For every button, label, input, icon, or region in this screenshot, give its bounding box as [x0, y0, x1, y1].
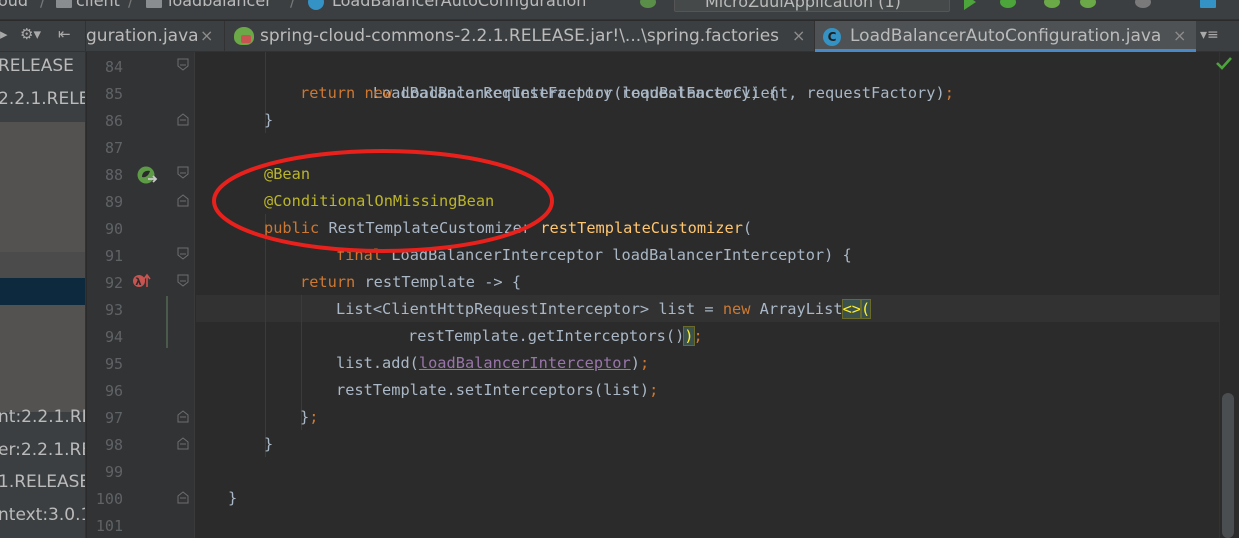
fold-start-icon[interactable] [176, 436, 190, 450]
tab-list-icon[interactable]: ▾≡ [1200, 27, 1219, 43]
code-line-85: return new LoadBalancerInterceptor(loadB… [300, 84, 954, 102]
code-line-96: restTemplate.setInterceptors(list); [336, 381, 659, 399]
line-number: 88 [104, 166, 123, 184]
no-problems-check-icon[interactable] [1214, 54, 1234, 72]
settings-gear-icon[interactable]: ⚙▾ [20, 25, 41, 43]
run-configuration-label: MicroZuulApplication (1) [705, 0, 901, 11]
fold-start-icon[interactable] [176, 409, 190, 423]
collapse-icon[interactable]: ▸ [0, 25, 8, 43]
project-tree-item[interactable]: nt:2.2.1.REL [0, 405, 85, 431]
navigation-bar: oud / client / loadbalancer / LoadBalanc… [0, 0, 1239, 20]
fold-end-icon[interactable] [176, 166, 190, 180]
vertical-scrollbar-thumb[interactable] [1222, 393, 1234, 538]
fold-start-icon[interactable] [176, 112, 190, 126]
line-number: 85 [104, 85, 123, 103]
breadcrumb-class[interactable]: LoadBalancerAutoConfiguration [332, 0, 586, 10]
project-tree-item[interactable]: 1.RELEASE [0, 470, 85, 496]
spring-factories-icon [234, 27, 254, 45]
debug-icon[interactable] [1000, 0, 1016, 8]
tab-label: LoadBalancerAutoConfiguration.java [850, 26, 1162, 46]
code-line-84: LoadBalancerRequestFactory requestFactor… [372, 84, 779, 102]
vcs-change-marker[interactable] [166, 296, 168, 348]
breadcrumb-module[interactable]: oud [0, 0, 28, 10]
line-number: 94 [104, 328, 123, 346]
folder-icon [56, 0, 72, 8]
line-number: 86 [104, 112, 123, 130]
fold-end-icon[interactable] [176, 247, 190, 261]
java-class-icon: C [823, 28, 841, 46]
line-number: 96 [104, 382, 123, 400]
code-line-91: final LoadBalancerInterceptor loadBalanc… [336, 246, 852, 264]
tab-configuration-java[interactable]: guration.java × [86, 21, 222, 52]
tab-label: guration.java [86, 26, 199, 46]
fold-start-icon[interactable] [176, 193, 190, 207]
code-editor[interactable]: LoadBalancerRequestFactory requestFactor… [196, 52, 1219, 538]
project-structure-icon[interactable] [1200, 0, 1216, 8]
project-toolbar: ▸ ⚙▾ ⇤ [0, 21, 86, 52]
line-number: 95 [104, 355, 123, 373]
tab-spring-factories[interactable]: spring-cloud-commons-2.2.1.RELEASE.jar!\… [224, 21, 812, 52]
project-tree-selected-row[interactable] [0, 278, 85, 305]
project-tool-window: RELEASE 2.2.1.RELEA nt:2.2.1.REL er:2.2.… [0, 52, 86, 538]
line-number: 99 [104, 463, 123, 481]
breadcrumb-separator: / [290, 0, 296, 10]
project-tree-item[interactable]: 2.2.1.RELEA [0, 87, 85, 113]
breadcrumb-separator: / [40, 0, 46, 10]
svg-text:λ: λ [135, 277, 142, 288]
line-number: 84 [104, 58, 123, 76]
code-line-89: @ConditionalOnMissingBean [264, 192, 495, 210]
line-number: 101 [95, 517, 123, 535]
hide-panel-icon[interactable]: ⇤ [58, 25, 71, 43]
line-number: 87 [104, 139, 123, 157]
class-icon [308, 0, 324, 10]
code-line-86: } [264, 111, 274, 129]
code-line-95: list.add(loadBalancerInterceptor); [336, 354, 650, 372]
spring-bean-icon[interactable] [136, 165, 158, 187]
lambda-override-icon[interactable]: λ [132, 271, 152, 291]
breadcrumb-loadbalancer[interactable]: loadbalancer [168, 0, 272, 10]
project-tree-item[interactable]: ntext:3.0.1 [0, 503, 85, 529]
fold-end-icon[interactable] [176, 58, 190, 72]
folder-icon [146, 0, 162, 8]
run-configuration-selector[interactable]: MicroZuulApplication (1) [674, 0, 950, 12]
line-number: 98 [104, 436, 123, 454]
line-number: 91 [104, 247, 123, 265]
project-tree-item[interactable]: RELEASE [0, 54, 85, 80]
close-icon[interactable]: × [1173, 26, 1186, 45]
code-line-94: restTemplate.getInterceptors()); [408, 326, 703, 346]
line-number: 93 [104, 301, 123, 319]
close-icon[interactable]: × [200, 26, 213, 45]
editor-gutter[interactable]: 84 85 86 87 88 89 90 91 92 93 94 95 96 9… [87, 52, 195, 538]
close-icon[interactable]: × [792, 26, 805, 45]
line-number: 90 [104, 220, 123, 238]
tab-label: spring-cloud-commons-2.2.1.RELEASE.jar!\… [260, 26, 780, 46]
line-number: 92 [104, 274, 123, 292]
code-line-93: List<ClientHttpRequestInterceptor> list … [336, 299, 872, 319]
jrebel-run-icon[interactable] [1044, 0, 1060, 8]
line-number: 89 [104, 193, 123, 211]
tab-loadbalancer-autoconfiguration[interactable]: C LoadBalancerAutoConfiguration.java × [814, 21, 1196, 52]
code-line-98: } [264, 435, 274, 453]
run-icon[interactable] [964, 0, 976, 10]
build-icon[interactable] [640, 0, 656, 8]
code-line-88: @Bean [264, 165, 311, 183]
breadcrumb-client[interactable]: client [76, 0, 120, 10]
fold-end-icon[interactable] [176, 274, 190, 288]
line-number: 97 [104, 409, 123, 427]
fold-start-icon[interactable] [176, 490, 190, 504]
stop-icon[interactable] [1135, 0, 1151, 8]
code-line-97: }; [300, 408, 319, 426]
line-number: 100 [95, 490, 123, 508]
project-tree-hover-row [0, 252, 85, 278]
code-line-100: } [228, 489, 238, 507]
code-line-92: return restTemplate -> { [300, 273, 522, 291]
editor-tab-bar: ▸ ⚙▾ ⇤ guration.java × spring-cloud-comm… [0, 21, 1239, 52]
breadcrumb-separator: / [128, 0, 134, 10]
project-tree-item[interactable]: er:2.2.1.REL [0, 438, 85, 464]
jrebel-debug-icon[interactable] [1080, 0, 1096, 8]
indent-guide [265, 214, 266, 457]
code-line-90: public RestTemplateCustomizer restTempla… [264, 219, 753, 237]
